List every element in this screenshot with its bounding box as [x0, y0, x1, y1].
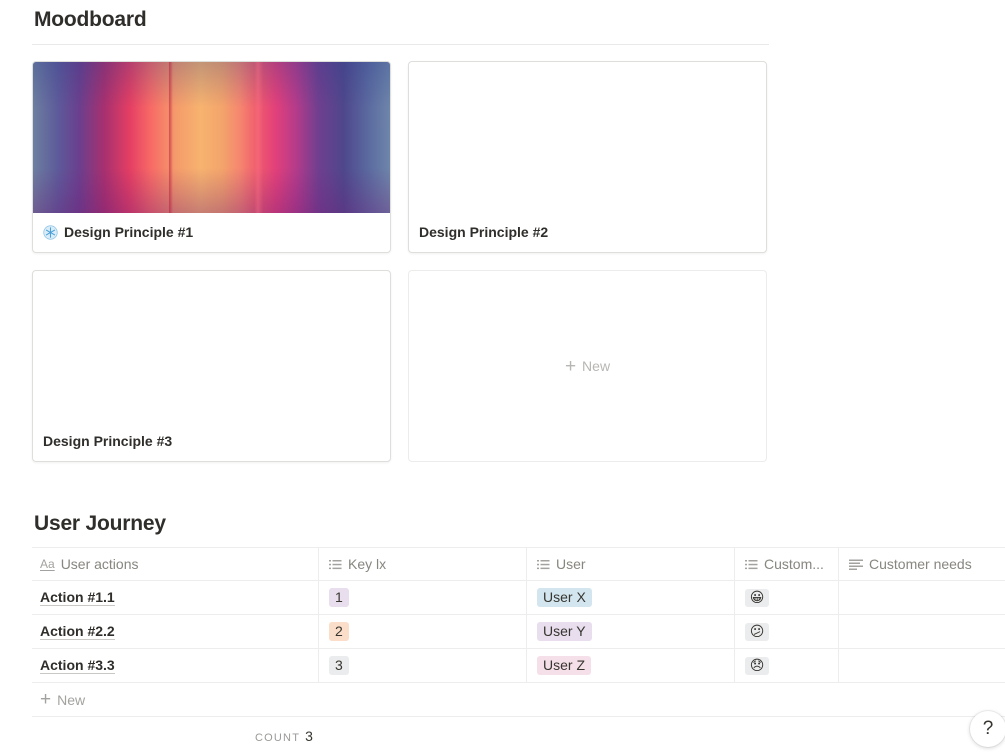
table-row[interactable]: Action #1.1 1 User X 😀 [32, 581, 1005, 615]
plus-icon: + [40, 689, 52, 710]
card-title-text: Design Principle #1 [64, 224, 194, 240]
gallery-card-design-principle-2[interactable]: Design Principle #2 [408, 61, 767, 253]
user-journey-title: User Journey [34, 512, 166, 535]
key-tag: 3 [329, 656, 349, 675]
new-row-label: New [57, 691, 86, 708]
user-action-link[interactable]: Action #3.3 [40, 657, 115, 674]
grinning-face-icon: 😀 [745, 588, 769, 607]
user-cell[interactable]: User Y [527, 615, 735, 648]
user-tag: User X [537, 588, 592, 607]
column-header-label: Custom... [764, 556, 824, 572]
gallery-card-design-principle-3[interactable]: Design Principle #3 [32, 270, 391, 462]
user-action-link[interactable]: Action #1.1 [40, 589, 115, 606]
user-tag: User Y [537, 622, 592, 641]
key-tag: 1 [329, 588, 349, 607]
user-tag: User Z [537, 656, 591, 675]
confused-face-icon: 😕 [745, 622, 769, 641]
column-header-label: Customer needs [869, 556, 972, 572]
column-header-user[interactable]: User [527, 548, 735, 580]
user-action-cell[interactable]: Action #3.3 [32, 649, 319, 682]
user-action-cell[interactable]: Action #1.1 [32, 581, 319, 614]
new-card-label: New [582, 358, 611, 374]
customer-needs-cell[interactable] [839, 581, 1005, 614]
user-action-link[interactable]: Action #2.2 [40, 623, 115, 640]
list-icon [745, 559, 758, 570]
card-title-text: Design Principle #2 [419, 224, 549, 240]
key-cell[interactable]: 2 [319, 615, 527, 648]
divider [32, 44, 769, 45]
moodboard-title: Moodboard [34, 8, 147, 31]
column-header-key-lx[interactable]: Key lx [319, 548, 527, 580]
help-button[interactable]: ? [970, 711, 1005, 747]
key-cell[interactable]: 3 [319, 649, 527, 682]
user-journey-table: Aa User actions Key lx User Custom... Cu… [32, 547, 1005, 717]
disappointed-face-icon: 😞 [745, 656, 769, 675]
gallery-new-card-button[interactable]: + New [408, 270, 767, 462]
column-header-label: User actions [60, 556, 139, 572]
table-header-row: Aa User actions Key lx User Custom... Cu… [32, 547, 1005, 581]
column-header-label: Key lx [348, 556, 387, 572]
table-row[interactable]: Action #2.2 2 User Y 😕 [32, 615, 1005, 649]
user-cell[interactable]: User X [527, 581, 735, 614]
customer-emotion-cell[interactable]: 😀 [735, 581, 839, 614]
column-header-customer-needs[interactable]: Customer needs [839, 548, 1005, 580]
text-lines-icon [849, 559, 863, 570]
card-cover-image [33, 62, 390, 213]
key-tag: 2 [329, 622, 349, 641]
user-cell[interactable]: User Z [527, 649, 735, 682]
customer-needs-cell[interactable] [839, 615, 1005, 648]
card-title-text: Design Principle #3 [43, 433, 173, 449]
page: Moodboard Design Principle #1 Design Pri… [0, 0, 1005, 755]
table-count-footer[interactable]: COUNT 3 [255, 728, 313, 744]
add-new-row-button[interactable]: + New [32, 683, 1005, 717]
customer-emotion-cell[interactable]: 😕 [735, 615, 839, 648]
card-title: Design Principle #2 [419, 224, 548, 240]
list-icon [329, 559, 342, 570]
column-header-customer[interactable]: Custom... [735, 548, 839, 580]
card-title: Design Principle #1 [43, 224, 193, 240]
list-icon [537, 559, 550, 570]
key-cell[interactable]: 1 [319, 581, 527, 614]
column-header-label: User [556, 556, 586, 572]
card-title: Design Principle #3 [43, 433, 172, 449]
customer-emotion-cell[interactable]: 😞 [735, 649, 839, 682]
user-action-cell[interactable]: Action #2.2 [32, 615, 319, 648]
snowflake-icon [43, 224, 58, 240]
question-mark-icon: ? [982, 718, 994, 739]
plus-icon: + [564, 355, 577, 377]
gallery-card-design-principle-1[interactable]: Design Principle #1 [32, 61, 391, 253]
table-row[interactable]: Action #3.3 3 User Z 😞 [32, 649, 1005, 683]
column-header-user-actions[interactable]: Aa User actions [32, 548, 319, 580]
count-label: COUNT [255, 732, 301, 744]
customer-needs-cell[interactable] [839, 649, 1005, 682]
count-value: 3 [305, 728, 313, 744]
text-property-icon: Aa [40, 557, 55, 571]
